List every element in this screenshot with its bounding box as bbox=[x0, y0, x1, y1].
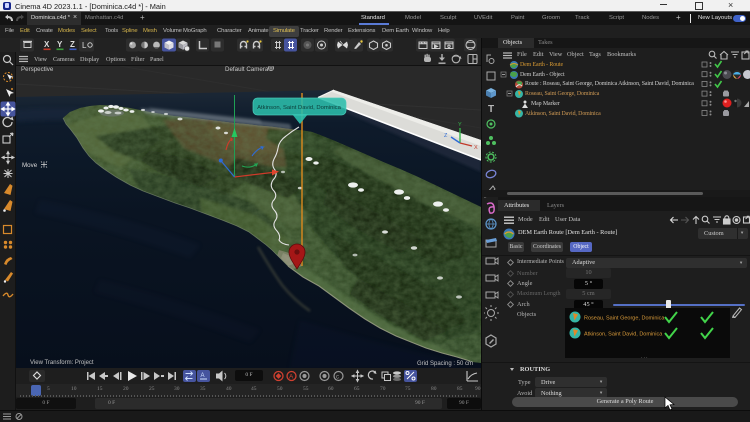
svg-text:X: X bbox=[44, 40, 50, 49]
svg-text:Default Camera: Default Camera bbox=[225, 66, 269, 73]
svg-text:c: c bbox=[336, 375, 339, 381]
svg-text:Atkinson, Saint David, Dominic: Atkinson, Saint David, Dominica bbox=[584, 332, 663, 338]
svg-text:A: A bbox=[201, 373, 205, 379]
svg-text:T: T bbox=[488, 104, 494, 115]
svg-text:View Transform: Project: View Transform: Project bbox=[30, 360, 94, 366]
svg-text:Atkinson, Saint David, Dominic: Atkinson, Saint David, Dominica bbox=[257, 105, 342, 111]
svg-text:Move: Move bbox=[22, 162, 38, 169]
svg-text:L: L bbox=[82, 41, 87, 50]
svg-text:Roseau, Saint George, Dominica: Roseau, Saint George, Dominica bbox=[584, 316, 665, 322]
svg-text:Perspective: Perspective bbox=[21, 66, 54, 73]
svg-text:A: A bbox=[289, 374, 294, 381]
svg-text:Y: Y bbox=[57, 40, 63, 49]
svg-text:Z: Z bbox=[70, 40, 75, 49]
svg-text:Grid Spacing : 50 cm: Grid Spacing : 50 cm bbox=[417, 361, 473, 367]
svg-text:Y: Y bbox=[458, 122, 462, 128]
svg-text:X: X bbox=[474, 145, 478, 151]
